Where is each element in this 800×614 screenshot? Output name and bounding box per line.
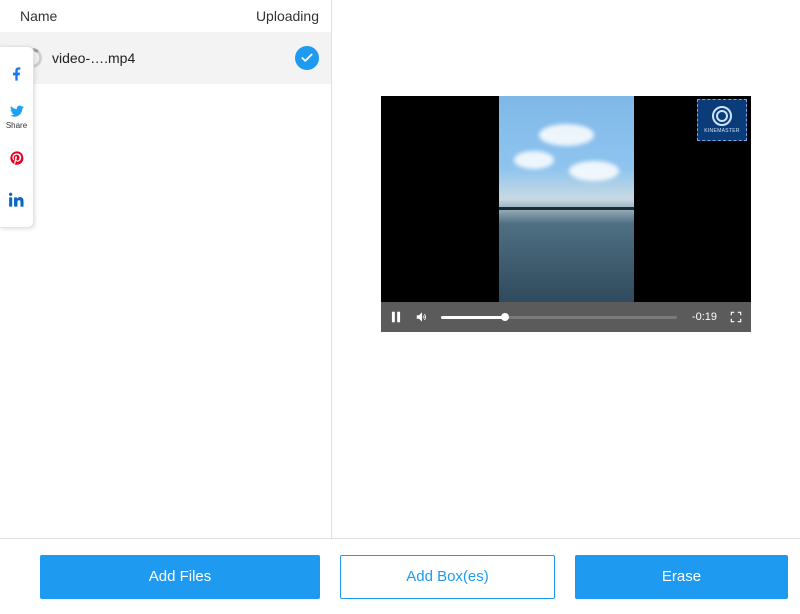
linkedin-icon xyxy=(9,192,25,208)
watermark-label: KINEMASTER xyxy=(704,128,740,134)
file-list-header: Name Uploading xyxy=(0,0,331,32)
add-boxes-button[interactable]: Add Box(es) xyxy=(340,555,555,599)
action-bar: Add Files Add Box(es) Erase xyxy=(0,538,800,614)
video-player[interactable]: KINEMASTER -0:19 xyxy=(381,96,751,332)
video-display: KINEMASTER xyxy=(381,96,751,302)
twitter-icon xyxy=(9,103,25,119)
app-root: Name Uploading video-….mp4 xyxy=(0,0,800,614)
seek-slider[interactable] xyxy=(441,316,677,319)
video-frame xyxy=(499,96,634,302)
file-name: video-….mp4 xyxy=(52,50,285,66)
preview-panel: KINEMASTER -0:19 xyxy=(332,0,800,614)
col-header-name: Name xyxy=(20,8,256,24)
file-list-panel: Name Uploading video-….mp4 xyxy=(0,0,332,614)
pinterest-share[interactable] xyxy=(0,137,33,179)
erase-button[interactable]: Erase xyxy=(575,555,788,599)
share-label: Share xyxy=(6,121,27,130)
social-share-bar: Share xyxy=(0,46,34,228)
facebook-share[interactable] xyxy=(0,53,33,95)
pause-button[interactable] xyxy=(389,310,403,324)
preview-area: KINEMASTER -0:19 xyxy=(332,0,800,614)
file-row[interactable]: video-….mp4 xyxy=(0,32,331,84)
facebook-icon xyxy=(9,66,25,82)
watermark-icon xyxy=(712,106,732,126)
pinterest-icon xyxy=(9,150,25,166)
linkedin-share[interactable] xyxy=(0,179,33,221)
time-remaining: -0:19 xyxy=(689,311,717,323)
video-controls: -0:19 xyxy=(381,302,751,332)
volume-button[interactable] xyxy=(415,310,429,324)
upload-complete-icon xyxy=(295,46,319,70)
twitter-share[interactable]: Share xyxy=(0,95,33,137)
watermark-badge: KINEMASTER xyxy=(697,99,747,141)
fullscreen-button[interactable] xyxy=(729,310,743,324)
col-header-uploading: Uploading xyxy=(256,8,319,24)
add-files-button[interactable]: Add Files xyxy=(40,555,320,599)
